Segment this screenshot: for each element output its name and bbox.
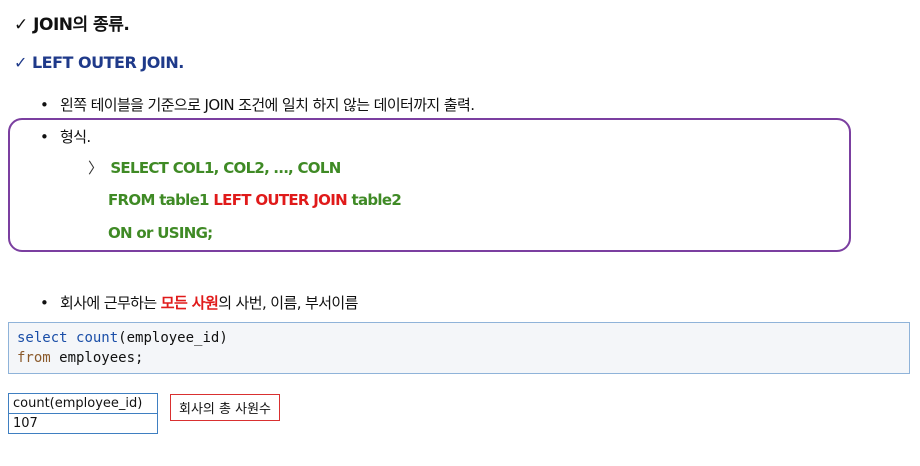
- code-table-name: employees;: [50, 350, 144, 366]
- code-line-1: select count(employee_id): [17, 328, 901, 348]
- example-text-post: 의 사번, 이름, 부서이름: [218, 294, 358, 312]
- description-text: 왼쪽 테이블을 기준으로 JOIN 조건에 일치 하지 않는 데이터까지 출력.: [60, 96, 475, 114]
- syntax-table2-text: table2: [346, 191, 402, 209]
- bullet-marker: •: [40, 96, 49, 114]
- syntax-from-text: FROM table1: [108, 191, 214, 209]
- syntax-label: 형식.: [60, 128, 91, 146]
- result-table: count(employee_id) 107: [8, 393, 158, 434]
- join-type-heading: ✓ LEFT OUTER JOIN.: [14, 53, 184, 72]
- description-bullet: • 왼쪽 테이블을 기준으로 JOIN 조건에 일치 하지 않는 데이터까지 출력…: [40, 94, 475, 115]
- code-function-count: count: [76, 330, 119, 346]
- code-block: select count(employee_id) from employees…: [8, 322, 910, 374]
- arrow-icon: 〉: [88, 159, 103, 177]
- bullet-marker: •: [40, 294, 49, 312]
- code-line-2: from employees;: [17, 348, 901, 368]
- syntax-join-keyword: LEFT OUTER JOIN: [213, 191, 347, 209]
- syntax-bullet: • 형식.: [40, 126, 91, 147]
- code-keyword-select: select: [17, 330, 68, 346]
- result-cell: 107: [13, 416, 38, 431]
- example-bullet: • 회사에 근무하는 모든 사원의 사번, 이름, 부서이름: [40, 292, 358, 313]
- example-highlight: 모든 사원: [160, 294, 219, 312]
- code-argument: (employee_id): [118, 330, 228, 346]
- code-keyword-from: from: [17, 350, 51, 366]
- syntax-line-from: FROM table1 LEFT OUTER JOIN table2: [108, 191, 402, 209]
- result-note: 회사의 총 사원수: [170, 394, 280, 421]
- bullet-marker: •: [40, 128, 49, 146]
- example-text-pre: 회사에 근무하는: [60, 294, 161, 312]
- syntax-select-text: SELECT COL1, COL2, …, COLN: [110, 159, 341, 177]
- section-heading: ✓ JOIN의 종류.: [14, 15, 130, 35]
- syntax-line-select: 〉 SELECT COL1, COL2, …, COLN: [88, 157, 341, 178]
- syntax-line-on: ON or USING;: [108, 224, 213, 242]
- result-column-header: count(employee_id): [9, 394, 157, 414]
